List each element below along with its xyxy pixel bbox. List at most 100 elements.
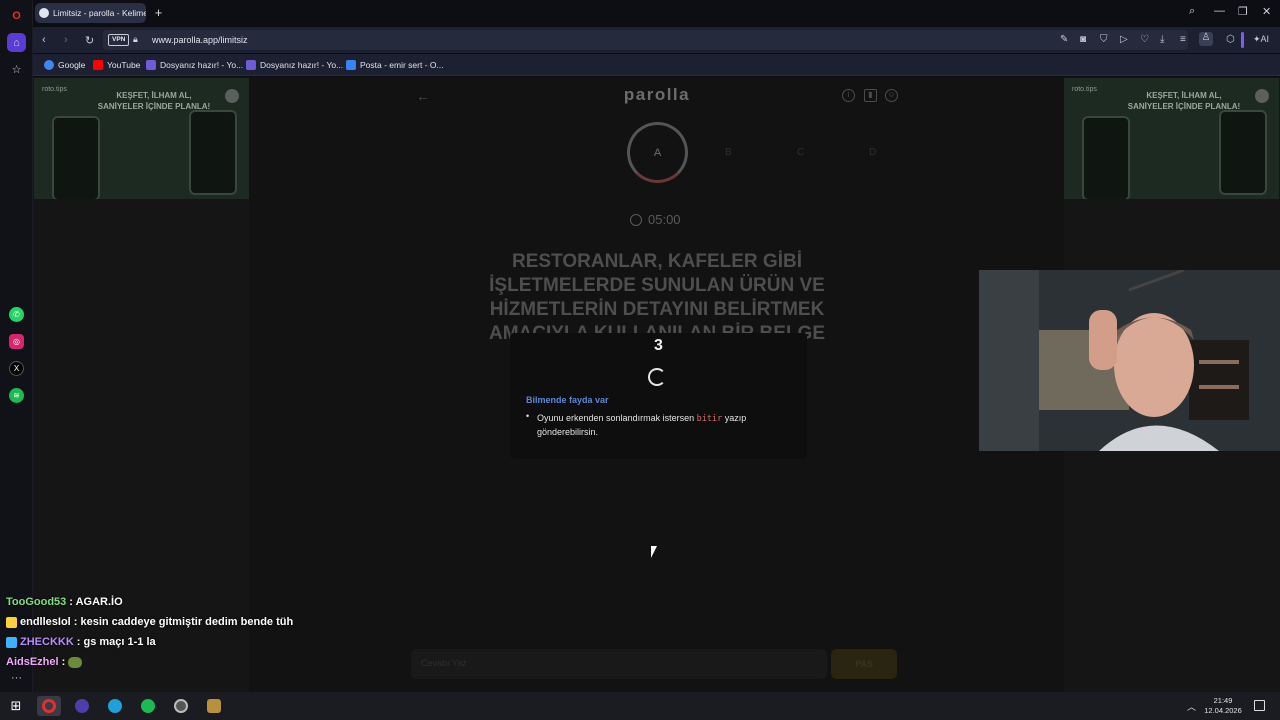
youtube-icon [93,60,103,70]
tab-active[interactable]: Limitsiz - parolla - Kelime ✕ [35,3,146,23]
url-text[interactable]: www.parolla.app/limitsiz [152,35,248,45]
taskbar-spotify[interactable] [136,696,160,716]
chat-text: : AGAR.İO [69,596,123,608]
edit-icon[interactable]: ✎ [1060,34,1068,45]
clock-icon [630,213,642,226]
loading-spinner-icon [648,368,666,386]
phone-image [52,116,100,199]
url-box[interactable] [103,30,1188,50]
file-icon [146,60,156,70]
taskbar-lol[interactable] [202,696,226,716]
ai-label: AI [1260,34,1270,44]
chat-text: : [61,656,66,668]
answer-input[interactable]: Cevabı Yaz [411,649,827,679]
ai-button[interactable]: ✦AI [1253,34,1269,45]
bullet-icon: • [526,411,530,421]
spotify-icon[interactable]: ≋ [9,388,24,403]
instagram-icon[interactable]: ◎ [9,334,24,349]
back-arrow-icon[interactable]: ← [416,88,430,104]
phone-image [189,110,237,195]
system-clock[interactable]: 21:49 12.04.2026 [1199,696,1247,716]
stats-icon[interactable]: ▮ [864,89,877,102]
chat-message: endllesIol: kesin caddeye gitmiştir dedi… [6,616,293,628]
opera-logo-icon[interactable]: O [7,6,26,25]
tip-title: Bilmende fayda var [526,395,609,405]
ad-headline: KEŞFET, İLHAM AL, SANİYELER İÇİNDE PLANLA… [1119,90,1249,112]
user-icon[interactable]: ☺ [885,89,898,102]
maximize-button[interactable]: ❐ [1238,5,1248,18]
heart-icon[interactable]: ♡ [1140,34,1149,45]
close-window-button[interactable]: ✕ [1262,5,1271,18]
letter-ring-current: A [627,122,688,183]
app-icon [75,699,89,713]
divider [1241,32,1244,48]
current-letter: A [653,146,662,159]
mouse-cursor-icon [651,546,657,558]
bookmark-youtube[interactable]: YouTube [93,60,140,70]
ad-close-icon[interactable] [1255,89,1269,103]
ad-brand: roto.tips [42,86,67,93]
search-icon[interactable]: ⌕ [1189,5,1195,18]
lock-icon[interactable]: 🔒︎ [133,34,138,45]
chat-user: endllesIol [20,616,71,628]
download-icon[interactable]: ⤓ [1160,34,1164,45]
start-button[interactable]: ⊞ [4,696,28,716]
taskbar-opera[interactable] [37,696,61,716]
new-tab-button[interactable]: + [152,6,165,19]
phone-image [1219,110,1267,195]
taskbar-opera-gx[interactable] [70,696,94,716]
menu-icon[interactable]: ≡ [1180,34,1186,45]
taskbar-edge[interactable] [103,696,127,716]
vpn-badge[interactable]: VPN [108,34,130,46]
bookmark-dosyaniz-2[interactable]: Dosyanız hazır! - Yo... [246,60,343,70]
badge-icon [6,616,17,628]
bookmark-google[interactable]: Google [44,60,85,70]
star-icon[interactable]: ☆ [7,60,26,79]
taskbar-app[interactable] [169,696,193,716]
ai-icon: ✦ [1253,34,1261,44]
chat-message: ZHECKKK: gs maçı 1-1 la [6,636,156,648]
shield-icon[interactable]: ⛉ [1100,34,1108,45]
mail-icon [346,60,356,70]
info-icon[interactable]: i [842,89,855,102]
chat-text: : gs maçı 1-1 la [76,636,156,648]
clock-date: 12.04.2026 [1204,706,1242,715]
camera-icon[interactable]: ◙ [1080,34,1086,45]
ad-banner-right[interactable]: roto.tips KEŞFET, İLHAM AL, SANİYELER İÇİ… [1064,78,1279,199]
chat-text: : kesin caddeye gitmiştir dedim bende tü… [73,616,294,628]
chat-user: AidsEzhel [6,656,59,668]
clock-time: 21:49 [1213,696,1233,705]
notification-icon[interactable] [1254,700,1265,711]
tab-favicon-icon [39,8,49,18]
minimize-button[interactable]: — [1214,5,1225,17]
tip-code: bitir [696,414,723,424]
opera-icon [42,699,56,713]
play-icon[interactable]: ▷ [1120,34,1128,45]
pass-button[interactable]: PAS [831,649,897,679]
bookmark-dosyaniz-1[interactable]: Dosyanız hazır! - Yo... [146,60,243,70]
emote-icon [68,656,83,668]
parolla-logo[interactable]: parolla [590,85,724,105]
home-icon[interactable]: ⌂ [7,33,26,52]
back-button[interactable]: ‹ [42,34,46,46]
ad-close-icon[interactable] [225,89,239,103]
bookmark-posta[interactable]: Posta - emir sert - O... [346,60,444,70]
letter-ghost: D [869,147,877,158]
ad-banner-left[interactable]: roto.tips KEŞFET, İLHAM AL, SANİYELER İÇİ… [34,78,249,199]
profile-icon[interactable]: ♙ [1199,32,1213,46]
x-icon[interactable]: X [9,361,24,376]
chat-user: TooGood53 [6,596,67,608]
bookmark-label: Posta - emir sert - O... [360,60,444,70]
tab-bar [33,0,1280,26]
tab-title: Limitsiz - parolla - Kelime [53,8,146,18]
extensions-icon[interactable]: ⬡ [1226,34,1235,45]
google-icon [44,60,54,70]
whatsapp-icon[interactable]: ✆ [9,307,24,322]
bookmark-label: Dosyanız hazır! - Yo... [260,60,344,70]
forward-button[interactable]: › [64,34,68,46]
reload-button[interactable]: ↻ [85,34,94,47]
tip-body: Oyunu erkenden sonlandırmak istersen bit… [537,412,792,439]
more-icon[interactable]: ··· [7,668,26,687]
tray-chevron-icon[interactable]: ︿ [1187,700,1196,713]
timer-value: 05:00 [648,212,681,227]
